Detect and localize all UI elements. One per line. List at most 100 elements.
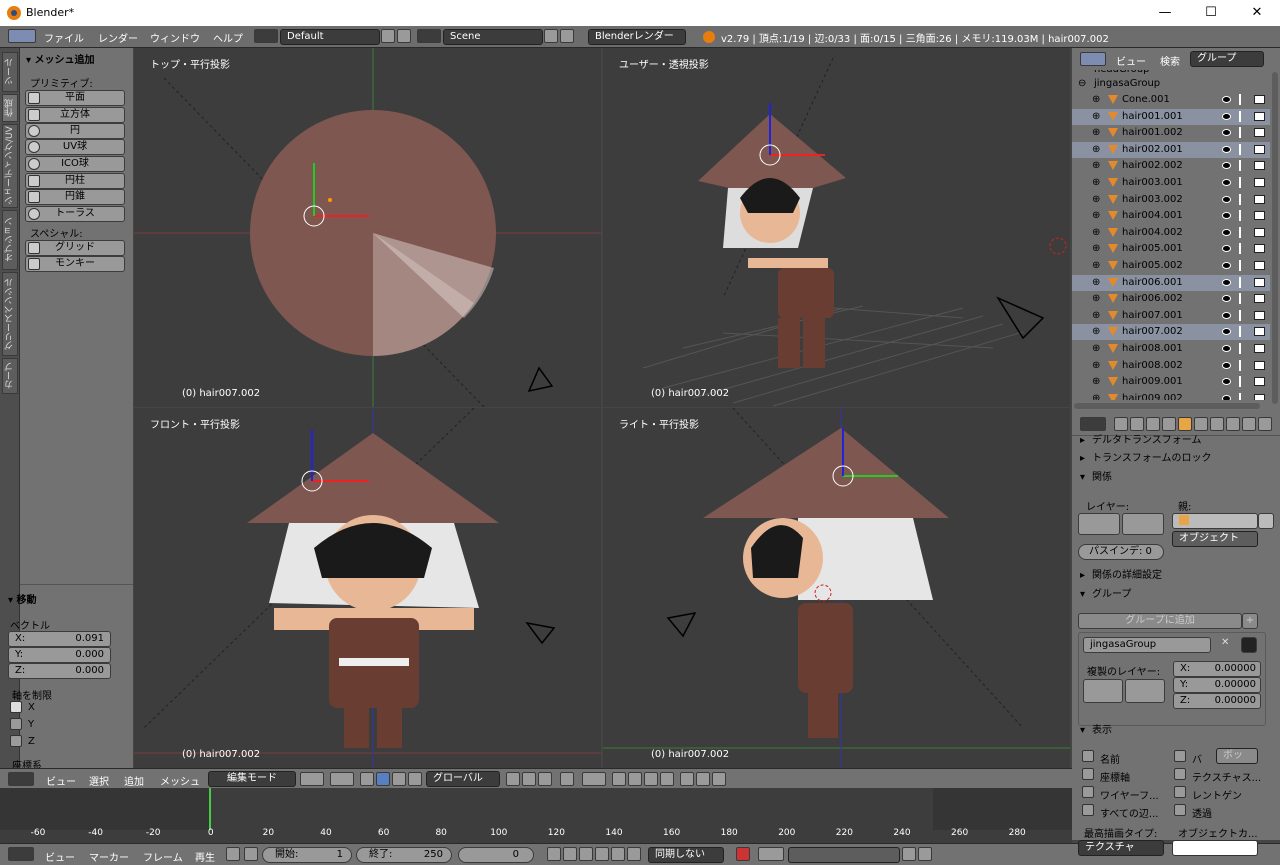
snap-target-icon[interactable] [644, 772, 658, 786]
expand-icon[interactable]: ⊕ [1092, 192, 1100, 208]
outliner-row[interactable]: ⊕ hair003.002 [1072, 192, 1270, 208]
scene-tab-icon[interactable] [1146, 417, 1160, 431]
outliner-row[interactable]: ⊕ hair005.002 [1072, 258, 1270, 274]
layout-grid-icon[interactable] [254, 29, 278, 43]
expand-icon[interactable]: ⊕ [1092, 208, 1100, 224]
pivot-select-icon[interactable] [330, 772, 354, 786]
group-menu-icon[interactable] [1241, 637, 1257, 653]
selectability-cursor-icon[interactable] [1239, 276, 1247, 288]
insert-keyframe-icon[interactable] [902, 847, 916, 861]
scene-field[interactable]: Scene [443, 29, 543, 45]
shading-select-icon[interactable] [300, 772, 324, 786]
selectability-cursor-icon[interactable] [1239, 143, 1247, 155]
menu-help[interactable]: ヘルプ [213, 30, 243, 45]
modifiers-tab-icon[interactable] [1210, 417, 1224, 431]
display-xray-checkbox[interactable] [1174, 786, 1186, 798]
layers-tab-icon[interactable] [1130, 417, 1144, 431]
jump-start-icon[interactable] [547, 847, 561, 861]
expand-icon[interactable]: ⊕ [1092, 275, 1100, 291]
visibility-eye-icon[interactable] [1222, 295, 1231, 303]
display-wire-checkbox[interactable] [1082, 786, 1094, 798]
scale-icon[interactable] [408, 772, 422, 786]
properties-type-icon[interactable] [1080, 417, 1106, 431]
rotate-icon[interactable] [392, 772, 406, 786]
render-engine-select[interactable]: Blenderレンダー [588, 29, 686, 45]
snap-icon[interactable] [628, 772, 642, 786]
transform-lock-panel[interactable]: トランスフォームのロック [1072, 450, 1270, 468]
face-select-icon[interactable] [538, 772, 552, 786]
expand-icon[interactable]: ⊕ [1092, 391, 1100, 400]
dupli-layer-grid-2[interactable] [1125, 679, 1165, 703]
add-to-group-button[interactable]: グループに追加 [1078, 613, 1242, 629]
outliner-group-row[interactable]: ⊖ jingasaGroup [1072, 76, 1270, 92]
relations-panel-header[interactable]: 関係 [1072, 469, 1270, 487]
view-menu[interactable]: ビュー [46, 773, 76, 788]
preview-range-icon[interactable] [226, 847, 240, 861]
bounds-type-select[interactable]: ボッ [1216, 748, 1258, 764]
expand-icon[interactable]: ⊕ [1092, 341, 1100, 357]
keying-set-icon[interactable] [758, 847, 784, 861]
occlude-icon[interactable] [560, 772, 574, 786]
add-torus-button[interactable]: トーラス [25, 206, 125, 222]
layer-grid-1[interactable] [1078, 513, 1120, 535]
parent-type-select[interactable]: オブジェクト [1172, 531, 1258, 547]
add-cube-button[interactable]: 立方体 [25, 107, 125, 123]
outliner-row[interactable]: ⊕ Cone.001 [1072, 92, 1270, 108]
tab-curve[interactable]: カーブ [2, 358, 18, 394]
prev-keyframe-icon[interactable] [563, 847, 577, 861]
visibility-eye-icon[interactable] [1222, 228, 1231, 236]
layer-grid-2[interactable] [1122, 513, 1164, 535]
menu-render[interactable]: レンダー [98, 30, 138, 45]
render-image-icon[interactable] [680, 772, 694, 786]
selectability-cursor-icon[interactable] [1239, 326, 1247, 338]
tab-options[interactable]: オプション [2, 210, 18, 270]
display-name-checkbox[interactable] [1082, 750, 1094, 762]
renderability-camera-icon[interactable] [1254, 294, 1265, 304]
renderability-camera-icon[interactable] [1254, 393, 1265, 400]
dupli-layer-grid-1[interactable] [1083, 679, 1123, 703]
maximize-button[interactable]: ☐ [1188, 0, 1234, 26]
renderability-camera-icon[interactable] [1254, 360, 1265, 370]
add-layout-icon[interactable] [381, 29, 395, 43]
selectability-cursor-icon[interactable] [1239, 226, 1247, 238]
outliner-row[interactable]: ⊕ hair002.002 [1072, 158, 1270, 174]
add-ico-sphere-button[interactable]: ICO球 [25, 156, 125, 172]
expand-icon[interactable]: ⊕ [1092, 125, 1100, 141]
selectability-cursor-icon[interactable] [1239, 359, 1247, 371]
keying-set-field[interactable] [788, 847, 900, 863]
outliner-row[interactable]: ⊕ hair004.001 [1072, 208, 1270, 224]
expand-icon[interactable]: ⊕ [1092, 258, 1100, 274]
expand-icon[interactable]: ⊕ [1092, 158, 1100, 174]
viewport-top[interactable]: トップ・平行投影 (0) hair007.002 [134, 48, 601, 407]
add-mesh-panel-header[interactable]: ▾ メッシュ追加 [26, 51, 95, 66]
selectability-cursor-icon[interactable] [1239, 376, 1247, 388]
outliner-row[interactable]: ⊕ hair002.001 [1072, 141, 1270, 158]
selectability-cursor-icon[interactable] [1239, 392, 1247, 400]
outliner-search-menu[interactable]: 検索 [1160, 53, 1180, 68]
visibility-eye-icon[interactable] [1222, 311, 1231, 319]
groups-panel-header[interactable]: グループ [1072, 586, 1270, 604]
viewport-user[interactable]: ユーザー・透視投影 (0) hair007.002 [603, 48, 1070, 407]
dupli-offset-z[interactable]: Z: 0.00000 [1173, 693, 1261, 709]
proportional-edit-icon[interactable] [582, 772, 606, 786]
renderability-camera-icon[interactable] [1254, 310, 1265, 320]
current-frame-marker[interactable] [209, 788, 211, 830]
expand-icon[interactable]: ⊕ [1092, 142, 1100, 158]
selectability-cursor-icon[interactable] [1239, 309, 1247, 321]
play-icon[interactable] [595, 847, 609, 861]
move-y-field[interactable]: Y: 0.000 [8, 647, 111, 663]
renderability-camera-icon[interactable] [1254, 111, 1265, 121]
visibility-eye-icon[interactable] [1222, 96, 1231, 103]
expand-icon[interactable]: ⊕ [1092, 308, 1100, 324]
selectability-cursor-icon[interactable] [1239, 193, 1247, 205]
visibility-eye-icon[interactable] [1222, 112, 1231, 120]
selectability-cursor-icon[interactable] [1239, 127, 1247, 139]
selectability-cursor-icon[interactable] [1239, 94, 1247, 105]
renderability-camera-icon[interactable] [1254, 244, 1265, 254]
outliner-row[interactable]: ⊕ hair008.001 [1072, 341, 1270, 357]
visibility-eye-icon[interactable] [1222, 179, 1231, 186]
outliner-row[interactable]: ⊕ hair008.002 [1072, 358, 1270, 374]
expand-icon[interactable]: ⊕ [1092, 241, 1100, 257]
outliner-row[interactable]: ⊕ hair006.001 [1072, 274, 1270, 291]
manipulator-icon[interactable] [360, 772, 374, 786]
